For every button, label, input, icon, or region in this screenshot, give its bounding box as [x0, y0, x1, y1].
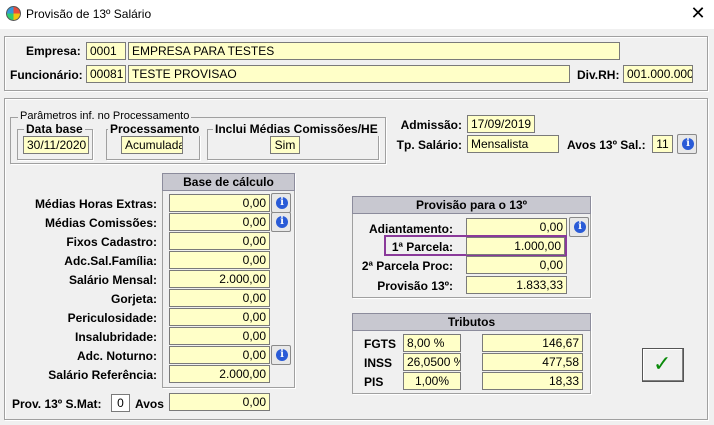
processamento-legend: Processamento [108, 122, 202, 136]
avos-info-button[interactable] [677, 134, 697, 154]
funcionario-label: Funcionário: [10, 68, 83, 82]
base-row-value[interactable]: 0,00 [169, 213, 270, 231]
base-row-value[interactable]: 0,00 [169, 308, 270, 326]
provisao-row-label: Adiantamento: [369, 222, 453, 236]
divrh-label: Div.RH: [577, 68, 620, 82]
tp-salario-field[interactable]: Mensalista [467, 135, 559, 153]
funcionario-code-field[interactable]: 00081 [86, 65, 126, 83]
confirm-button[interactable]: ✓ [642, 348, 684, 382]
base-row-value[interactable]: 2.000,00 [169, 270, 270, 288]
admissao-label: Admissão: [400, 118, 462, 132]
base-row-label: Gorjeta: [110, 292, 157, 306]
tp-salario-label: Tp. Salário: [396, 138, 462, 152]
base-row-label: Médias Horas Extras: [34, 197, 157, 211]
parametros-legend: Parâmetros inf. no Processamento [18, 110, 192, 122]
inclui-field[interactable]: Sim [270, 136, 300, 154]
tributos-header: Tributos [352, 313, 591, 331]
base-row-label: Médias Comissões: [44, 216, 157, 230]
base-row-value[interactable]: 0,00 [169, 346, 270, 364]
base-row-value[interactable]: 0,00 [169, 232, 270, 250]
provisao-row-value[interactable]: 0,00 [466, 218, 567, 236]
divrh-field[interactable]: 001.000.000 [623, 65, 693, 83]
empresa-label: Empresa: [26, 44, 81, 58]
app-icon [6, 6, 21, 21]
base-row-label: Salário Referência: [48, 368, 157, 382]
provisao-row-value[interactable]: 1.000,00 [466, 237, 565, 255]
comissoes-info-button[interactable] [271, 212, 291, 232]
base-row-value[interactable]: 0,00 [169, 289, 270, 307]
tributo-rate[interactable]: 26,0500 % [403, 353, 461, 371]
noturno-info-button[interactable] [271, 345, 291, 365]
tributo-rate[interactable]: 1,00% [403, 372, 461, 390]
processamento-field[interactable]: Acumulada [121, 136, 183, 154]
close-icon[interactable]: ✕ [684, 2, 712, 26]
tributo-value[interactable]: 18,33 [482, 372, 583, 390]
tributo-label: PIS [364, 375, 384, 389]
avos-label: Avos 13º Sal.: [567, 138, 646, 152]
base-row-label: Adc. Noturno: [77, 349, 157, 363]
provisao-row-value[interactable]: 0,00 [466, 256, 567, 274]
base-row-label: Insalubridade: [74, 330, 157, 344]
window-title: Provisão de 13º Salário [26, 7, 152, 21]
base-row-label: Adc.Sal.Família: [64, 254, 157, 268]
base-row-value[interactable]: 0,00 [169, 327, 270, 345]
provisao-row-label: Provisão 13º: [377, 279, 453, 293]
admissao-field[interactable]: 17/09/2019 [467, 115, 535, 133]
inclui-legend: Inclui Médias Comissões/HE [213, 122, 380, 136]
avos-field[interactable]: 11 [652, 135, 673, 153]
base-row-label: Fixos Cadastro: [66, 235, 157, 249]
base-row-value[interactable]: 0,00 [169, 251, 270, 269]
empresa-code-field[interactable]: 0001 [86, 42, 126, 60]
base-calculo-header: Base de cálculo [162, 173, 295, 191]
base-row-label: Salário Mensal: [68, 273, 157, 287]
base-row-value[interactable]: 0,00 [169, 194, 270, 212]
tributo-label: INSS [364, 356, 393, 370]
prov-avos-field[interactable]: 0 [111, 394, 130, 412]
prov-smat-label: Prov. 13º S.Mat: [12, 397, 102, 411]
provisao-row-value[interactable]: 1.833,33 [466, 276, 567, 294]
data-base-field[interactable]: 30/11/2020 [23, 136, 89, 154]
prov-smat-field[interactable]: 0,00 [169, 393, 270, 411]
funcionario-name-field[interactable]: TESTE PROVISAO [128, 65, 570, 83]
provisao-row-label: 2ª Parcela Proc: [361, 259, 453, 273]
horas-extras-info-button[interactable] [271, 193, 291, 213]
prov-avos-label: Avos [135, 397, 164, 411]
base-row-label: Periculosidade: [67, 311, 157, 325]
check-icon: ✓ [653, 352, 672, 377]
provisao-header: Provisão para o 13º [352, 196, 591, 214]
empresa-name-field[interactable]: EMPRESA PARA TESTES [128, 42, 620, 60]
data-base-legend: Data base [24, 122, 85, 136]
base-row-value[interactable]: 2.000,00 [169, 365, 270, 383]
tributo-value[interactable]: 477,58 [482, 353, 583, 371]
provisao-row-label: 1ª Parcela: [391, 240, 453, 254]
tributo-label: FGTS [364, 337, 396, 351]
tributo-rate[interactable]: 8,00 % [403, 334, 461, 352]
tributo-value[interactable]: 146,67 [482, 334, 583, 352]
adiantamento-info-button[interactable] [569, 217, 589, 237]
